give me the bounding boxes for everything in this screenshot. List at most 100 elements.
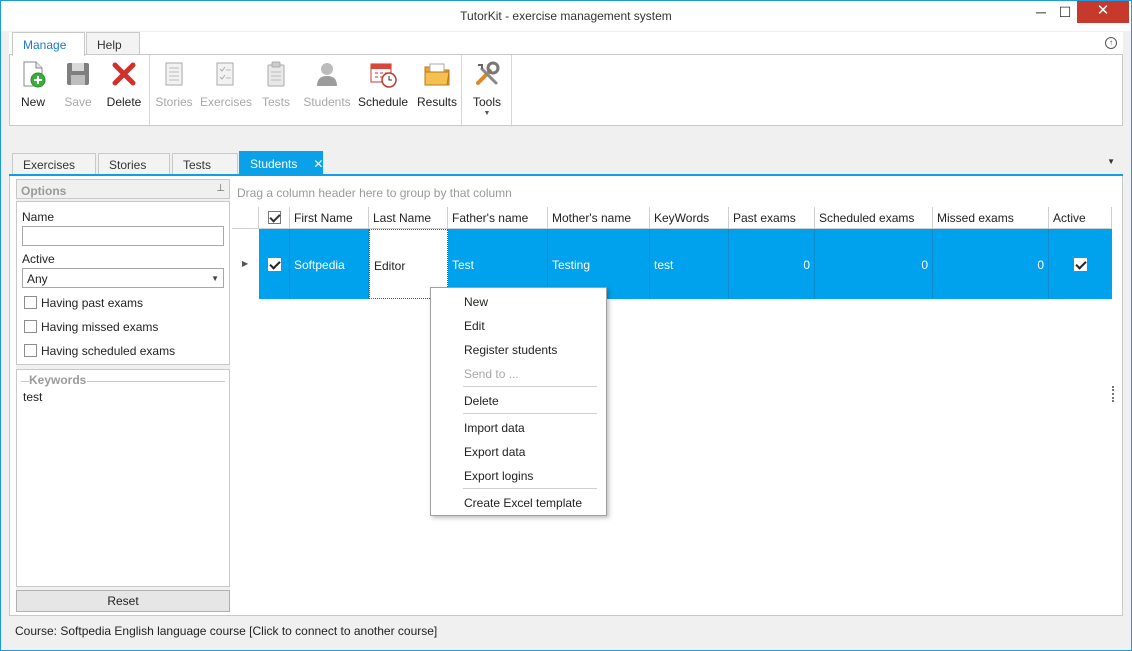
ribbon-group-tools: Tools ▼ [462, 55, 512, 127]
exercises-checklist-icon [216, 62, 234, 86]
stories-button-label: Stories [155, 95, 193, 109]
menu-separator [463, 386, 597, 387]
tools-button[interactable]: Tools ▼ [468, 59, 506, 123]
checkbox-box[interactable] [24, 344, 37, 357]
minimize-button[interactable]: ─ [1029, 1, 1053, 25]
tab-exercises[interactable]: Exercises [12, 153, 96, 175]
title-bar: TutorKit - exercise management system ─ … [1, 1, 1131, 31]
scheduled-exams-checkbox[interactable]: Having scheduled exams [24, 344, 175, 360]
save-button-label: Save [64, 95, 92, 109]
tests-button[interactable]: Tests [258, 59, 294, 123]
tab-students[interactable]: Students ✕ [239, 151, 323, 175]
menu-separator [463, 413, 597, 414]
exercises-button[interactable]: Exercises [200, 59, 253, 123]
active-select[interactable]: Any ▼ [22, 268, 224, 288]
results-button-label: Results [416, 95, 457, 109]
schedule-button-label: Schedule [358, 95, 409, 109]
options-filters: Name Active Any ▼ Having past exams Havi… [16, 201, 230, 365]
checkbox-checked-icon [1074, 258, 1087, 271]
keywords-box[interactable]: Keywords test [16, 369, 230, 587]
cell-missed-exams[interactable]: 0 [933, 229, 1049, 299]
students-button-label: Students [303, 95, 351, 109]
ribbon-group-edit: New Save Delete [10, 55, 150, 127]
calendar-clock-icon [370, 63, 397, 88]
students-grid: First Name Last Name Father's name Mothe… [232, 207, 1112, 587]
ribbon-tab-help[interactable]: Help [86, 32, 140, 55]
cell-past-exams[interactable]: 0 [729, 229, 815, 299]
column-fathers-name[interactable]: Father's name [448, 207, 548, 229]
tab-tests[interactable]: Tests [172, 153, 238, 175]
cell-first-name[interactable]: Softpedia [290, 229, 369, 299]
menu-item-delete[interactable]: Delete [431, 389, 606, 411]
scheduled-exams-label: Having scheduled exams [41, 344, 176, 358]
row-indicator-header [232, 207, 259, 229]
stories-page-icon [165, 62, 183, 86]
window-title: TutorKit - exercise management system [460, 9, 672, 23]
save-button[interactable]: Save [60, 59, 96, 123]
tools-dropdown-icon: ▼ [483, 110, 491, 117]
divider [21, 381, 29, 382]
cell-keywords[interactable]: test [650, 229, 729, 299]
name-input[interactable] [22, 226, 224, 246]
resize-grip[interactable] [1112, 386, 1114, 402]
missed-exams-checkbox[interactable]: Having missed exams [24, 320, 158, 336]
menu-item-import-data[interactable]: Import data [431, 416, 606, 438]
menu-item-export-data[interactable]: Export data [431, 440, 606, 462]
row-select-checkbox[interactable] [259, 229, 290, 299]
checkbox-box[interactable] [24, 296, 37, 309]
new-button-label: New [20, 95, 45, 109]
keywords-value[interactable]: test [23, 390, 42, 404]
delete-x-icon [112, 62, 136, 86]
status-bar[interactable]: Course: Softpedia English language cours… [9, 621, 1123, 643]
ribbon-tab-manage[interactable]: Manage [12, 32, 85, 56]
menu-item-export-logins[interactable]: Export logins [431, 464, 606, 486]
maximize-button[interactable]: ☐ [1053, 1, 1077, 25]
cell-scheduled-exams[interactable]: 0 [815, 229, 933, 299]
delete-button[interactable]: Delete [104, 59, 144, 123]
menu-separator [463, 488, 597, 489]
column-first-name[interactable]: First Name [290, 207, 369, 229]
group-by-hint[interactable]: Drag a column header here to group by th… [237, 186, 512, 200]
floppy-disk-icon [67, 63, 89, 85]
column-last-name[interactable]: Last Name [369, 207, 448, 229]
tests-button-label: Tests [261, 95, 290, 109]
tab-stories[interactable]: Stories [98, 153, 170, 175]
column-missed-exams[interactable]: Missed exams [933, 207, 1049, 229]
column-keywords[interactable]: KeyWords [650, 207, 729, 229]
tab-overflow-chevron-down-icon[interactable]: ▼ [1107, 157, 1115, 166]
new-document-icon [23, 61, 46, 88]
ribbon-collapse-icon[interactable]: ↑ [1105, 37, 1117, 49]
column-scheduled-exams[interactable]: Scheduled exams [815, 207, 933, 229]
tools-wrench-icon [476, 61, 500, 85]
checkbox-box[interactable] [24, 320, 37, 333]
students-button[interactable]: Students [302, 59, 352, 123]
ribbon-group-views: Stories Exercises Tests Students Schedul… [150, 55, 462, 127]
active-label: Active [22, 252, 55, 266]
menu-item-create-excel-template[interactable]: Create Excel template [431, 491, 606, 513]
checkbox-checked-icon [267, 258, 281, 271]
options-panel: Options ⊥ Name Active Any ▼ Having past … [16, 179, 230, 612]
column-past-exams[interactable]: Past exams [729, 207, 815, 229]
new-button[interactable]: New [16, 59, 50, 123]
results-button[interactable]: Results [416, 59, 458, 123]
cell-active[interactable] [1049, 229, 1112, 299]
ribbon-tab-bar: Manage Help ↑ [9, 32, 1123, 56]
stories-button[interactable]: Stories [154, 59, 194, 123]
reset-button[interactable]: Reset [16, 590, 230, 612]
pin-icon[interactable]: ⊥ [216, 183, 225, 194]
column-active[interactable]: Active [1049, 207, 1112, 229]
menu-item-new[interactable]: New [431, 290, 606, 312]
context-menu: New Edit Register students Send to ... D… [430, 287, 607, 516]
menu-item-register-students[interactable]: Register students [431, 338, 606, 360]
past-exams-checkbox[interactable]: Having past exams [24, 296, 143, 312]
missed-exams-label: Having missed exams [41, 320, 159, 334]
exercises-button-label: Exercises [200, 95, 253, 109]
schedule-button[interactable]: Schedule [358, 59, 408, 123]
column-mothers-name[interactable]: Mother's name [548, 207, 650, 229]
close-button[interactable]: ✕ [1077, 1, 1129, 23]
menu-item-edit[interactable]: Edit [431, 314, 606, 336]
table-row[interactable]: Softpedia Editor Test Testing test 0 0 0 [232, 229, 1112, 299]
select-all-checkbox[interactable] [259, 207, 290, 229]
chevron-down-icon: ▼ [211, 274, 219, 283]
close-tab-icon[interactable]: ✕ [313, 157, 323, 171]
